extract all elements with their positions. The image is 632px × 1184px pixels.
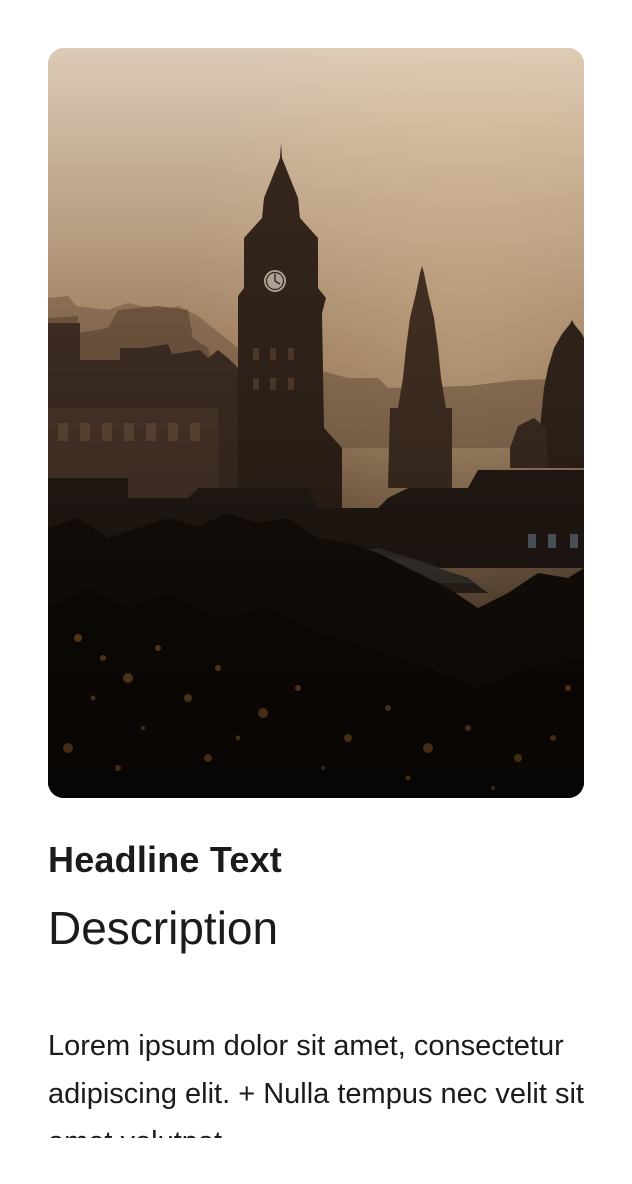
body-text-container: Lorem ipsum dolor sit amet, consectetur … bbox=[48, 1022, 584, 1138]
body-text: Lorem ipsum dolor sit amet, consectetur … bbox=[48, 1030, 584, 1138]
headline: Headline Text bbox=[48, 839, 282, 880]
city-skyline-illustration bbox=[48, 48, 584, 798]
content-card: Headline Text Description Lorem ipsum do… bbox=[48, 48, 584, 1138]
hero-image bbox=[48, 48, 584, 798]
description: Description bbox=[48, 902, 279, 954]
